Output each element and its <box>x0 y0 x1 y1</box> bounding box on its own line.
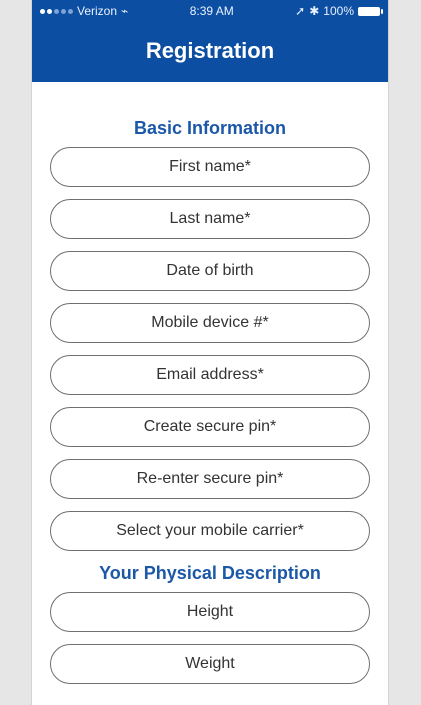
app-header: Verizon ⌁ 8:39 AM ➚ ✱ 100% Registration <box>32 0 388 82</box>
signal-dot-2 <box>47 8 52 14</box>
registration-form: Basic Information First name* Last name*… <box>32 82 388 684</box>
signal-dot-5 <box>68 8 73 14</box>
first-name-field[interactable]: First name* <box>50 147 370 187</box>
weight-field[interactable]: Weight <box>50 644 370 684</box>
email-address-field[interactable]: Email address* <box>50 355 370 395</box>
create-secure-pin-field[interactable]: Create secure pin* <box>50 407 370 447</box>
date-of-birth-field[interactable]: Date of birth <box>50 251 370 291</box>
signal-dot-3 <box>54 8 59 14</box>
status-bar: Verizon ⌁ 8:39 AM ➚ ✱ 100% <box>32 0 388 22</box>
section-title-basic-information: Basic Information <box>133 118 287 138</box>
section-title-physical-description: Your Physical Description <box>99 563 321 583</box>
reenter-secure-pin-field[interactable]: Re-enter secure pin* <box>50 459 370 499</box>
signal-dot-4 <box>61 8 66 14</box>
height-field[interactable]: Height <box>50 592 370 632</box>
phone-screen: Verizon ⌁ 8:39 AM ➚ ✱ 100% Registration … <box>32 0 388 705</box>
bluetooth-icon: ✱ <box>309 4 320 18</box>
wifi-icon: ⌁ <box>121 4 129 18</box>
mobile-device-field[interactable]: Mobile device #* <box>50 303 370 343</box>
status-left: Verizon ⌁ <box>40 4 128 18</box>
battery-icon <box>358 6 383 16</box>
battery-percent: 100% <box>323 4 354 18</box>
page-title: Registration <box>145 38 275 63</box>
last-name-field[interactable]: Last name* <box>50 199 370 239</box>
signal-icon <box>40 8 73 14</box>
signal-dot-1 <box>40 8 45 14</box>
location-icon: ➚ <box>295 4 306 18</box>
mobile-carrier-select[interactable]: Select your mobile carrier* <box>50 511 370 551</box>
status-time: 8:39 AM <box>189 4 234 18</box>
carrier-label: Verizon <box>77 4 118 18</box>
status-right: ➚ ✱ 100% <box>295 4 383 18</box>
